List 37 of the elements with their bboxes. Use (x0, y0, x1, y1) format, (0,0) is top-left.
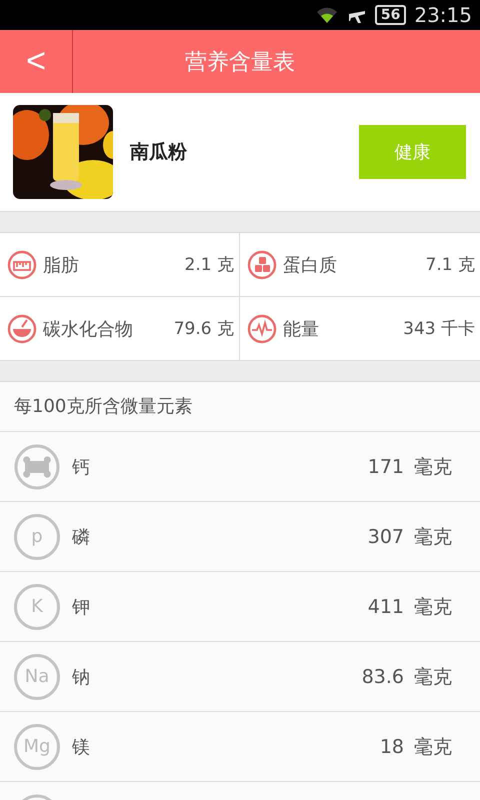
nutrient-name: 脂肪 (43, 254, 80, 276)
mineral-unit: 毫克 (413, 524, 452, 550)
battery-level: 56 (374, 5, 406, 25)
mineral-amount: 171 (368, 456, 404, 478)
page-title: 营养含量表 (184, 48, 296, 76)
bowl-icon (7, 314, 37, 344)
element-symbol: p (14, 514, 60, 560)
mineral-amount: 411 (368, 596, 404, 618)
pulse-icon (247, 314, 277, 344)
mineral-name: 钙 (72, 456, 91, 478)
nutrient-name: 碳水化合物 (43, 318, 134, 340)
mineral-unit: 毫克 (413, 454, 452, 480)
nutrient-name: 蛋白质 (283, 254, 338, 276)
health-button[interactable]: 健康 (359, 125, 466, 179)
mineral-name: 钠 (72, 666, 91, 688)
nutrient-value: 7.1 克 (426, 254, 475, 276)
mineral-unit: 毫克 (413, 734, 452, 760)
mineral-amount: 83.6 (362, 666, 404, 688)
mineral-amount: 18 (380, 736, 404, 758)
mineral-name: 钾 (72, 596, 91, 618)
nutrient-value: 2.1 克 (184, 254, 234, 276)
mineral-unit: 毫克 (413, 664, 452, 690)
mineral-name: 磷 (72, 526, 91, 548)
mineral-unit: 毫克 (413, 594, 452, 620)
mineral-amount: 307 (368, 526, 404, 548)
mineral-name: 镁 (72, 736, 91, 758)
bone-icon (14, 444, 60, 490)
nutrient-value: 343 千卡 (403, 318, 475, 340)
blocks-icon (247, 250, 277, 280)
element-symbol: Mg (14, 724, 60, 770)
element-symbol: Na (14, 654, 60, 700)
clock-time: 23:15 (414, 3, 472, 27)
wifi-icon (314, 6, 339, 24)
nutrient-name: 能量 (283, 318, 320, 340)
food-name: 南瓜粉 (130, 140, 188, 165)
element-symbol: K (14, 584, 60, 630)
nutrient-value: 79.6 克 (174, 318, 234, 340)
